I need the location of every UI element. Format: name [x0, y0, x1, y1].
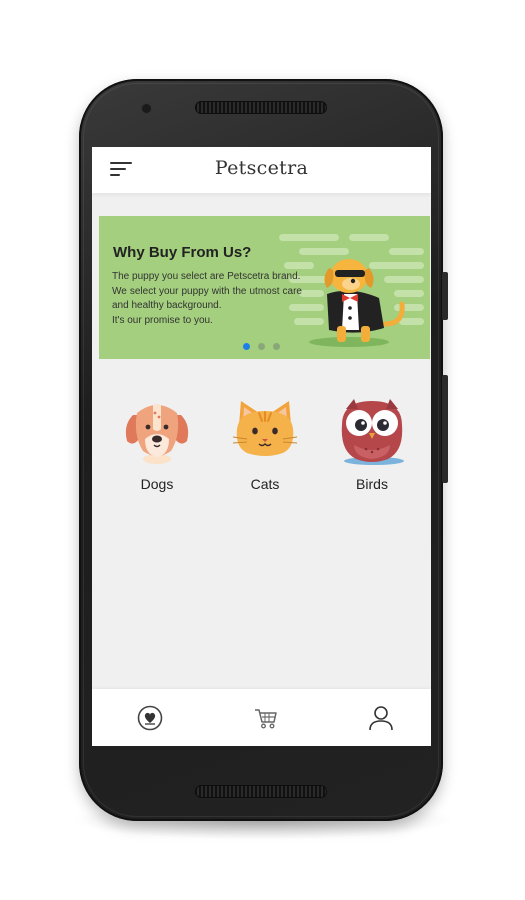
banner-description: The puppy you select are Petscetra brand…	[112, 270, 302, 328]
carousel-dot[interactable]	[258, 343, 265, 350]
category-birds[interactable]: Birds	[332, 395, 412, 492]
category-label: Dogs	[140, 476, 174, 492]
category-cats[interactable]: Cats	[225, 395, 305, 492]
nav-favorites-button[interactable]	[135, 703, 165, 733]
cart-icon	[255, 709, 277, 729]
earpiece-speaker	[195, 101, 327, 114]
category-label: Cats	[250, 476, 280, 492]
category-label: Birds	[356, 476, 388, 492]
dog-face-icon	[125, 404, 189, 464]
app-screen: Petscetra Why Buy From Us? The puppy you…	[92, 147, 431, 746]
power-button	[442, 272, 448, 320]
front-camera	[142, 104, 151, 113]
carousel-dot-active[interactable]	[243, 343, 250, 350]
volume-button	[442, 375, 448, 483]
heart-badge-icon	[137, 705, 163, 731]
banner-heading: Why Buy From Us?	[113, 244, 252, 261]
profile-icon	[369, 706, 393, 731]
banner-line: The puppy you select are Petscetra brand…	[112, 271, 301, 282]
nav-cart-button[interactable]	[251, 703, 281, 733]
category-dogs[interactable]: Dogs	[117, 395, 197, 492]
carousel-dot[interactable]	[273, 343, 280, 350]
app-bar: Petscetra	[92, 147, 431, 193]
cat-face-icon	[232, 401, 298, 456]
carousel-indicator	[243, 343, 288, 351]
banner-line: We select your puppy with the utmost car…	[112, 285, 302, 312]
banner-line: It's our promise to you.	[112, 314, 213, 326]
owl-icon	[341, 399, 404, 465]
nav-profile-button[interactable]	[366, 703, 396, 733]
bottom-speaker	[195, 785, 327, 798]
app-title: Petscetra	[214, 157, 309, 179]
promo-banner[interactable]: Why Buy From Us? The puppy you select ar…	[99, 216, 430, 359]
bottom-navigation	[92, 689, 431, 746]
